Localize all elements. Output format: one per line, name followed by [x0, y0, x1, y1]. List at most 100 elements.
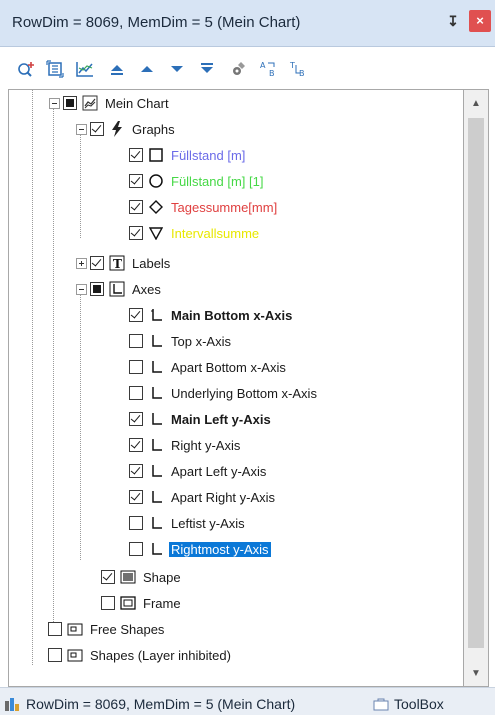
properties-icon[interactable]: [226, 57, 252, 81]
tree-label: Main Bottom x-Axis: [171, 307, 293, 323]
tree-guide: [53, 108, 54, 626]
tree-node-shape[interactable]: Shape: [101, 564, 183, 590]
tab-label: ToolBox: [394, 696, 444, 712]
axis-icon: [147, 358, 165, 376]
tab-label: RowDim = 8069, MemDim = 5 (Mein Chart): [26, 696, 296, 712]
fit-icon[interactable]: [42, 57, 68, 81]
tree-node-free-shapes[interactable]: Free Shapes: [48, 616, 166, 642]
tree-node-axis[interactable]: Apart Right y-Axis: [129, 484, 277, 510]
tree-node-mein-chart[interactable]: Mein Chart: [49, 90, 171, 116]
scroll-up-icon[interactable]: ▲: [470, 98, 482, 110]
tree-label: Apart Right y-Axis: [171, 489, 276, 505]
swap-ab-icon[interactable]: AB: [256, 57, 282, 81]
diamond-marker-icon: [147, 198, 165, 216]
axis-icon: [147, 436, 165, 454]
axis-icon: [147, 514, 165, 532]
tree-label: Füllstand [m]: [171, 147, 246, 163]
tree-node-graph[interactable]: Füllstand [m]: [129, 142, 247, 168]
checkbox[interactable]: [48, 648, 62, 662]
tree-node-graph[interactable]: Intervallsumme: [129, 220, 261, 246]
tree-label: Graphs: [132, 121, 175, 137]
axis-icon: [147, 332, 165, 350]
tree-label: Main Left y-Axis: [171, 411, 271, 427]
tree-label: Top x-Axis: [171, 333, 231, 349]
checkbox[interactable]: [129, 464, 143, 478]
checkbox[interactable]: [129, 490, 143, 504]
tree-node-axis[interactable]: Apart Bottom x-Axis: [129, 354, 288, 380]
checkbox[interactable]: [101, 570, 115, 584]
tree-node-graph[interactable]: Füllstand [m] [1]: [129, 168, 265, 194]
checkbox[interactable]: [129, 412, 143, 426]
tree-label: Free Shapes: [90, 621, 165, 637]
scroll-thumb[interactable]: [468, 118, 484, 648]
axis-icon: [147, 306, 165, 324]
swap-tb-icon[interactable]: TB: [286, 57, 312, 81]
close-button[interactable]: ×: [469, 10, 491, 32]
shape-icon: [119, 568, 137, 586]
tree-node-axis-selected[interactable]: Rightmost y-Axis: [129, 536, 271, 562]
tree-label: Frame: [143, 595, 181, 611]
checkbox[interactable]: [90, 282, 104, 296]
triangle-down-marker-icon: [147, 224, 165, 242]
tree-label: Shapes (Layer inhibited): [90, 647, 231, 663]
tree-node-axis[interactable]: Leftist y-Axis: [129, 510, 247, 536]
tree-node-axis[interactable]: Main Bottom x-Axis: [129, 302, 294, 328]
checkbox[interactable]: [90, 256, 104, 270]
collapse-toggle[interactable]: [49, 97, 60, 109]
chart-icon[interactable]: [72, 57, 98, 81]
checkbox[interactable]: [90, 122, 104, 136]
checkbox[interactable]: [129, 516, 143, 530]
collapse-toggle[interactable]: [76, 123, 87, 135]
vertical-scrollbar[interactable]: ▲ ▼: [463, 89, 489, 687]
tree-label: Apart Left y-Axis: [171, 463, 267, 479]
chart-tab-icon: [4, 695, 22, 713]
checkbox[interactable]: [129, 174, 143, 188]
tree-node-axis[interactable]: Apart Left y-Axis: [129, 458, 268, 484]
panel-title-bar: RowDim = 8069, MemDim = 5 (Mein Chart) ↧…: [0, 0, 495, 47]
bottom-tab-bar: RowDim = 8069, MemDim = 5 (Mein Chart) T…: [0, 687, 495, 715]
checkbox[interactable]: [63, 96, 77, 110]
tab-tree[interactable]: RowDim = 8069, MemDim = 5 (Mein Chart): [4, 692, 295, 716]
zoom-add-icon[interactable]: [14, 57, 40, 81]
collapse-toggle[interactable]: [76, 283, 87, 295]
checkbox[interactable]: [129, 226, 143, 240]
svg-text:B: B: [269, 69, 275, 78]
move-top-icon[interactable]: [104, 57, 130, 81]
checkbox[interactable]: [129, 148, 143, 162]
move-bottom-icon[interactable]: [194, 57, 220, 81]
tree-node-axis[interactable]: Right y-Axis: [129, 432, 242, 458]
shapes-group-icon: [66, 620, 84, 638]
axes-icon: [108, 280, 126, 298]
tree-node-labels[interactable]: T Labels: [76, 250, 172, 276]
pin-icon[interactable]: ↧: [444, 12, 462, 30]
tree-guide: [80, 134, 81, 238]
tree-node-axis[interactable]: Main Left y-Axis: [129, 406, 273, 432]
tree-node-graph[interactable]: Tagessumme[mm]: [129, 194, 279, 220]
tab-toolbox[interactable]: ToolBox: [372, 692, 444, 716]
tree-node-axis[interactable]: Top x-Axis: [129, 328, 233, 354]
tree-node-axis[interactable]: Underlying Bottom x-Axis: [129, 380, 319, 406]
tree-view[interactable]: Mein Chart Graphs Füllstand [m] Füllstan…: [8, 89, 463, 687]
checkbox[interactable]: [48, 622, 62, 636]
tree-label: Labels: [132, 255, 171, 271]
checkbox[interactable]: [129, 360, 143, 374]
checkbox[interactable]: [129, 334, 143, 348]
scroll-down-icon[interactable]: ▼: [470, 668, 482, 680]
tree-node-graphs[interactable]: Graphs: [76, 116, 177, 142]
checkbox[interactable]: [129, 200, 143, 214]
tree-guide: [32, 90, 33, 665]
checkbox[interactable]: [129, 542, 143, 556]
checkbox[interactable]: [101, 596, 115, 610]
tree-node-frame[interactable]: Frame: [101, 590, 183, 616]
checkbox[interactable]: [129, 386, 143, 400]
move-up-icon[interactable]: [134, 57, 160, 81]
tree-node-shapes-inhibited[interactable]: Shapes (Layer inhibited): [48, 642, 233, 668]
axis-icon: [147, 540, 165, 558]
checkbox[interactable]: [129, 308, 143, 322]
tree-node-axes[interactable]: Axes: [76, 276, 163, 302]
checkbox[interactable]: [129, 438, 143, 452]
move-down-icon[interactable]: [164, 57, 190, 81]
tree-label: Leftist y-Axis: [171, 515, 245, 531]
expand-toggle[interactable]: [76, 257, 87, 269]
panel-title: RowDim = 8069, MemDim = 5 (Mein Chart): [12, 14, 301, 31]
